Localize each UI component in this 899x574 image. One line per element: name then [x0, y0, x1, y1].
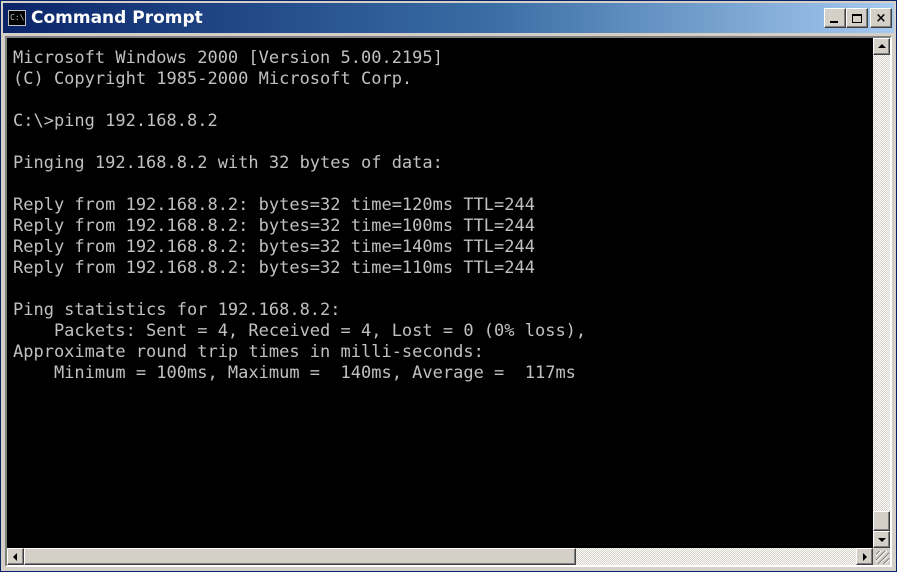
scroll-left-button[interactable]	[7, 548, 24, 565]
console-line: Ping statistics for 192.168.8.2:	[13, 300, 341, 320]
resize-grip-icon	[876, 551, 889, 564]
close-button[interactable]: ×	[870, 8, 892, 28]
arrow-right-icon	[863, 553, 867, 561]
command-prompt-window: C:\ Command Prompt × Microsoft Windows 2…	[0, 0, 897, 572]
window-controls: ×	[824, 8, 892, 28]
minimize-icon	[830, 21, 838, 23]
arrow-left-icon	[13, 553, 17, 561]
console-line: Pinging 192.168.8.2 with 32 bytes of dat…	[13, 153, 443, 173]
size-grip[interactable]	[873, 548, 890, 565]
console-output[interactable]: Microsoft Windows 2000 [Version 5.00.219…	[7, 38, 873, 548]
console-line: Microsoft Windows 2000 [Version 5.00.219…	[13, 48, 443, 68]
maximize-icon	[852, 13, 862, 23]
console-line: (C) Copyright 1985-2000 Microsoft Corp.	[13, 69, 413, 89]
window-title: Command Prompt	[31, 8, 203, 28]
console-line: Reply from 192.168.8.2: bytes=32 time=11…	[13, 258, 535, 278]
scroll-right-button[interactable]	[856, 548, 873, 565]
console-line: Approximate round trip times in milli-se…	[13, 342, 484, 362]
scroll-up-button[interactable]	[873, 38, 890, 55]
vertical-scrollbar[interactable]	[873, 38, 890, 548]
console-line: Reply from 192.168.8.2: bytes=32 time=12…	[13, 195, 535, 215]
console-icon[interactable]: C:\	[8, 10, 26, 26]
maximize-button[interactable]	[846, 8, 868, 28]
console-line: Reply from 192.168.8.2: bytes=32 time=14…	[13, 237, 535, 257]
console-line: Minimum = 100ms, Maximum = 140ms, Averag…	[13, 363, 576, 383]
close-icon: ×	[875, 10, 887, 26]
arrow-down-icon	[878, 538, 886, 542]
vertical-scroll-thumb[interactable]	[873, 511, 890, 531]
title-bar[interactable]: C:\ Command Prompt ×	[3, 3, 894, 33]
minimize-button[interactable]	[824, 8, 846, 28]
horizontal-scroll-thumb[interactable]	[24, 548, 576, 565]
horizontal-scrollbar[interactable]	[7, 548, 873, 565]
console-line: Packets: Sent = 4, Received = 4, Lost = …	[13, 321, 587, 341]
console-line: Reply from 192.168.8.2: bytes=32 time=10…	[13, 216, 535, 236]
arrow-up-icon	[878, 44, 886, 48]
scroll-down-button[interactable]	[873, 531, 890, 548]
console-frame: Microsoft Windows 2000 [Version 5.00.219…	[5, 36, 892, 567]
console-line: C:\>ping 192.168.8.2	[13, 111, 218, 131]
